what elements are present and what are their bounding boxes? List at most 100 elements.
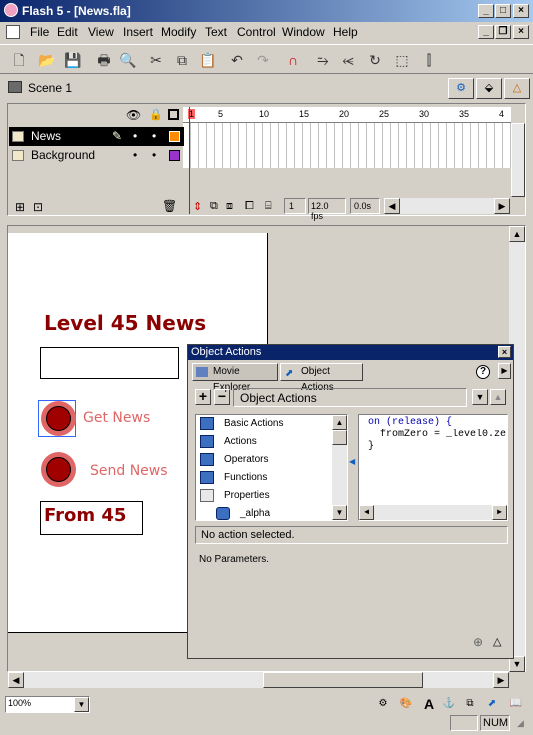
- new-file-icon[interactable]: 🗋: [8, 49, 30, 71]
- open-folder-icon[interactable]: 📂: [36, 49, 58, 71]
- rotate-icon[interactable]: ↻: [364, 49, 386, 71]
- menu-control[interactable]: Control: [237, 25, 276, 39]
- instance-icon[interactable]: ⚓: [441, 696, 457, 712]
- center-frame-icon[interactable]: ⇕: [193, 200, 202, 213]
- trash-icon[interactable]: 🗑: [162, 199, 177, 213]
- menu-text[interactable]: Text: [205, 25, 227, 39]
- collapse-params-icon[interactable]: △: [493, 635, 501, 648]
- code-hscroll[interactable]: ◀ ▶: [359, 505, 507, 520]
- list-item-basic-actions[interactable]: Basic Actions: [200, 415, 283, 432]
- menu-modify[interactable]: Modify: [161, 25, 196, 39]
- menu-file[interactable]: File: [30, 25, 49, 39]
- lock-icon[interactable]: 🔒: [149, 108, 163, 121]
- add-action-button[interactable]: +: [195, 389, 211, 405]
- print-icon[interactable]: 🖶: [93, 49, 115, 71]
- chevron-down-icon[interactable]: ▼: [74, 697, 89, 712]
- menu-view[interactable]: View: [88, 25, 114, 39]
- splitter-handle[interactable]: ◀: [349, 457, 355, 481]
- tab-object-actions[interactable]: ⬈ Object Actions: [280, 363, 363, 393]
- list-item-operators[interactable]: Operators: [200, 451, 268, 468]
- scroll-right-arrow[interactable]: ▶: [492, 505, 507, 520]
- menu-help[interactable]: Help: [333, 25, 358, 39]
- menu-edit[interactable]: Edit: [57, 25, 78, 39]
- panel-close-button[interactable]: ×: [498, 346, 511, 358]
- redo-icon[interactable]: ↷: [252, 49, 274, 71]
- copy-icon[interactable]: ⧉: [171, 49, 193, 71]
- eye-icon[interactable]: 👁: [126, 108, 141, 122]
- stage-heading[interactable]: Level 45 News: [44, 311, 206, 335]
- scroll-left-arrow[interactable]: ◀: [384, 198, 400, 214]
- scroll-right-arrow[interactable]: ▶: [494, 198, 510, 214]
- stage-hscroll[interactable]: ◀ ▶: [8, 672, 509, 688]
- add-layer-icon[interactable]: ⊞: [15, 200, 25, 214]
- frame-grid[interactable]: [183, 123, 511, 168]
- layer-news[interactable]: News ✎ • •: [9, 127, 184, 146]
- movie-explorer-shortcut-icon[interactable]: ⧉: [462, 696, 478, 712]
- menu-window[interactable]: Window: [282, 25, 325, 39]
- doc-close-button[interactable]: ×: [513, 25, 529, 39]
- outline-icon[interactable]: [168, 109, 179, 120]
- mixer-icon[interactable]: 🎨: [398, 696, 414, 712]
- library-icon[interactable]: 📖: [508, 696, 524, 712]
- remove-action-button[interactable]: −: [214, 389, 230, 405]
- move-down-button[interactable]: ▼: [472, 389, 488, 405]
- edit-multiple-frames-icon[interactable]: ⧠: [245, 200, 254, 213]
- playhead[interactable]: [189, 107, 190, 214]
- doc-minimize-button[interactable]: _: [478, 25, 494, 39]
- panel-title-bar[interactable]: Object Actions ×: [188, 345, 513, 360]
- scroll-left-arrow[interactable]: ◀: [359, 505, 374, 520]
- list-item-alpha[interactable]: _alpha: [216, 505, 270, 522]
- scroll-right-arrow[interactable]: ▶: [493, 672, 509, 688]
- align-icon[interactable]: ⫿: [418, 49, 440, 71]
- list-vscroll[interactable]: ▲ ▼: [332, 415, 347, 520]
- shapes-button[interactable]: △: [504, 78, 530, 99]
- layer-color-swatch[interactable]: [169, 131, 180, 142]
- scroll-left-arrow[interactable]: ◀: [8, 672, 24, 688]
- smooth-icon[interactable]: ⥲: [312, 49, 334, 71]
- scale-icon[interactable]: ⬚: [391, 49, 413, 71]
- layer-background[interactable]: Background • •: [9, 146, 184, 165]
- script-editor[interactable]: on (release) { fromZero = _level0.zer } …: [358, 414, 508, 521]
- lock-dot[interactable]: •: [152, 129, 156, 143]
- layer-color-swatch[interactable]: [169, 150, 180, 161]
- resize-grip-icon[interactable]: ◢: [517, 718, 524, 729]
- zoom-select[interactable]: 100% ▼: [5, 696, 90, 713]
- help-icon[interactable]: ?: [476, 365, 490, 379]
- onion-outline-icon[interactable]: ⧈: [226, 200, 233, 213]
- straighten-icon[interactable]: ⥷: [337, 49, 359, 71]
- edit-symbols-button[interactable]: ⬙: [476, 78, 502, 99]
- send-news-label[interactable]: Send News: [90, 463, 168, 479]
- add-guide-layer-icon[interactable]: ⊡: [33, 200, 43, 214]
- actions-toolbox-list[interactable]: Basic Actions Actions Operators Function…: [195, 414, 348, 521]
- visible-dot[interactable]: •: [133, 148, 137, 162]
- print-preview-icon[interactable]: 🔍: [117, 49, 139, 71]
- edit-scene-button[interactable]: ⚙: [448, 78, 474, 99]
- list-item-properties[interactable]: Properties: [200, 487, 270, 504]
- get-news-label[interactable]: Get News: [83, 410, 150, 426]
- tab-movie-explorer[interactable]: Movie Explorer: [192, 363, 278, 393]
- frame-ruler[interactable]: 1 5 10 15 20 25 30 35 4: [183, 107, 511, 123]
- move-up-button[interactable]: ▲: [490, 389, 506, 405]
- list-item-actions[interactable]: Actions: [200, 433, 257, 450]
- scroll-down-arrow[interactable]: ▼: [332, 505, 347, 520]
- paste-icon[interactable]: 📋: [197, 49, 219, 71]
- target-icon[interactable]: ⊕: [473, 635, 483, 649]
- list-item-functions[interactable]: Functions: [200, 469, 267, 486]
- timeline-hscroll[interactable]: ◀ ▶: [384, 198, 510, 214]
- close-button[interactable]: ×: [513, 4, 529, 18]
- menu-insert[interactable]: Insert: [123, 25, 153, 39]
- scroll-up-arrow[interactable]: ▲: [509, 226, 525, 242]
- stage-text-field[interactable]: [40, 347, 179, 379]
- visible-dot[interactable]: •: [133, 129, 137, 143]
- modify-markers-icon[interactable]: ⌸: [265, 200, 272, 213]
- scroll-thumb[interactable]: [332, 430, 347, 445]
- lock-dot[interactable]: •: [152, 148, 156, 162]
- actions-shortcut-icon[interactable]: ⬈: [484, 696, 500, 712]
- minimize-button[interactable]: _: [478, 4, 494, 18]
- onion-skin-icon[interactable]: ⧉: [210, 200, 218, 213]
- timeline-vscroll[interactable]: [511, 123, 525, 197]
- snap-magnet-icon[interactable]: ∩: [282, 49, 304, 71]
- cut-icon[interactable]: ✂: [145, 49, 167, 71]
- character-icon[interactable]: A: [421, 696, 437, 712]
- scroll-up-arrow[interactable]: ▲: [332, 415, 347, 430]
